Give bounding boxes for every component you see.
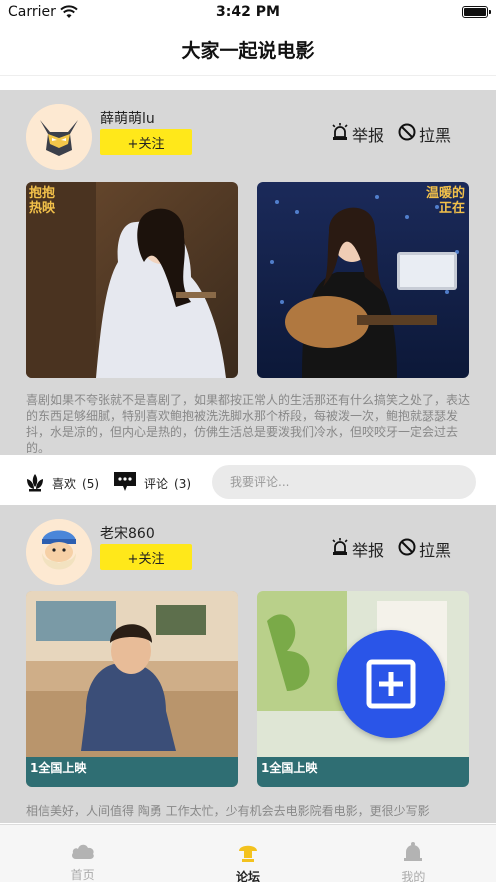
tab-profile[interactable]: 我的: [331, 825, 496, 882]
like-button[interactable]: 喜欢 (5): [24, 471, 99, 496]
report-button[interactable]: 举报: [330, 122, 384, 146]
block-label: 拉黑: [419, 126, 452, 145]
navigation-bar: 大家一起说电影: [0, 26, 496, 76]
follow-button[interactable]: +关注: [100, 129, 192, 155]
comment-count: (3): [174, 476, 192, 491]
tab-label: 首页: [70, 868, 95, 882]
like-label: 喜欢: [52, 477, 77, 491]
page-title: 大家一起说电影: [181, 40, 315, 62]
interaction-bar: 喜欢 (5) 评论 (3): [0, 455, 496, 505]
post-content: 薛萌萌lu +关注 举报 拉黑 抱抱 热映 温暖的 正在 喜剧如果不夸张就不是喜…: [0, 90, 496, 455]
bell-icon: [331, 841, 496, 866]
poster-label: 抱抱 热映: [29, 186, 56, 216]
tab-label: 论坛: [235, 870, 260, 882]
tab-label: 我的: [401, 870, 426, 882]
comment-input[interactable]: [212, 465, 476, 499]
username[interactable]: 薛萌萌lu: [100, 108, 155, 128]
report-label: 举报: [352, 541, 385, 560]
tab-bar: 首页 论坛 我的: [0, 824, 496, 882]
poster-label: 1全国上映: [261, 761, 318, 775]
add-post-button[interactable]: [337, 630, 445, 738]
ban-icon: [397, 537, 419, 561]
block-label: 拉黑: [419, 541, 452, 560]
alarm-icon: [330, 537, 352, 561]
block-button[interactable]: 拉黑: [397, 122, 451, 146]
block-button[interactable]: 拉黑: [397, 537, 451, 561]
post-caption: 喜剧如果不夸张就不是喜剧了，如果都按正常人的生活那还有什么搞笑之处了，表达的东西…: [26, 393, 471, 455]
battery-icon: [462, 6, 491, 18]
ban-icon: [397, 122, 419, 146]
report-button[interactable]: 举报: [330, 537, 384, 561]
username[interactable]: 老宋860: [100, 523, 155, 543]
cloud-icon: [0, 841, 165, 864]
comment-label: 评论: [144, 477, 169, 491]
comment-button[interactable]: 评论 (3): [112, 469, 191, 498]
lamp-icon: [165, 841, 330, 866]
report-label: 举报: [352, 126, 385, 145]
poster-label: 1全国上映: [30, 761, 87, 775]
like-count: (5): [82, 476, 100, 491]
add-square-icon: [337, 659, 445, 741]
wolverine-mask-icon[interactable]: [26, 104, 92, 170]
lotus-icon: [24, 471, 46, 496]
tab-forum[interactable]: 论坛: [165, 825, 330, 882]
clock: 3:42 PM: [216, 4, 280, 20]
post-caption: 相信美好，人间值得 陶勇 工作太忙，少有机会去电影院看电影，更很少写影: [26, 804, 430, 818]
post-card: 薛萌萌lu +关注 举报 拉黑 抱抱 热映 温暖的 正在 喜剧如果不夸张就不是喜…: [0, 90, 496, 505]
bearded-man-avatar-icon[interactable]: [26, 519, 92, 585]
poster-label: 温暖的 正在: [425, 186, 465, 216]
alarm-icon: [330, 122, 352, 146]
comment-bubble-icon: [112, 469, 138, 498]
tab-home[interactable]: 首页: [0, 825, 165, 882]
follow-button[interactable]: +关注: [100, 544, 192, 570]
post-photo[interactable]: 抱抱 热映: [26, 182, 238, 378]
post-photo[interactable]: 1全国上映: [26, 591, 238, 787]
status-bar: Carrier 3:42 PM: [0, 0, 496, 26]
post-photo[interactable]: 温暖的 正在: [257, 182, 469, 378]
